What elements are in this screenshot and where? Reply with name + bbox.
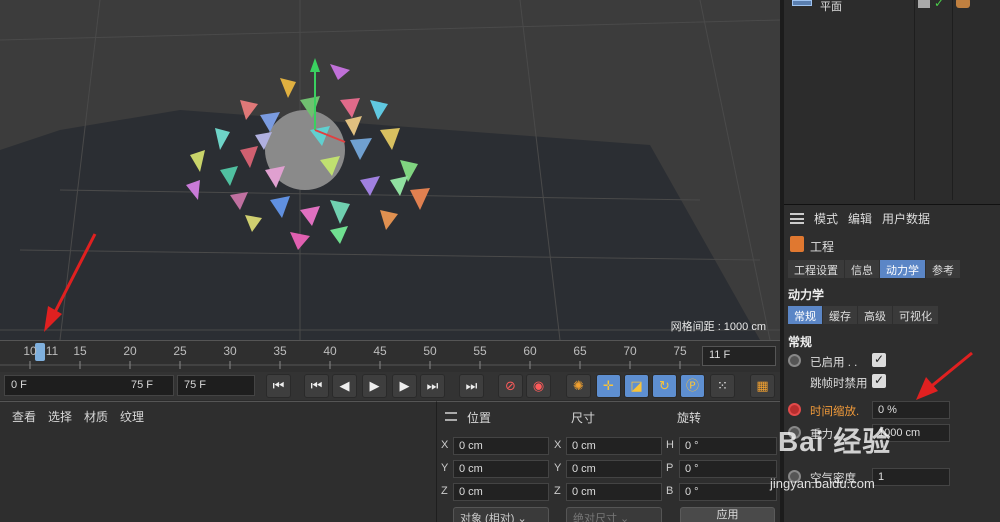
end-frame-small: 75 F	[130, 379, 153, 391]
material-manager: 查看 选择 材质 纹理	[0, 401, 436, 522]
pos-y-field[interactable]: 0 cm	[453, 460, 549, 478]
menu-select[interactable]: 选择	[48, 408, 72, 425]
rotation-header: 旋转	[677, 411, 702, 425]
viewport-scene	[0, 0, 780, 340]
start-frame: 0 F	[11, 379, 27, 391]
size-y-field[interactable]: 0 cm	[566, 460, 662, 478]
transport-bar: 0 F 75 F 75 F ⏮ ⏮ ◀ ▶ ▶ ⏭ ⏭ ⊘ ◉ ✺ ✛ ◪ ↻ …	[0, 372, 780, 400]
column-divider	[952, 0, 953, 200]
coord-menu-icon[interactable]	[445, 412, 457, 421]
menu-texture[interactable]: 纹理	[120, 408, 144, 425]
column-divider	[914, 0, 915, 200]
goto-end-icon[interactable]: ⏭	[459, 374, 484, 398]
material-menu: 查看 选择 材质 纹理	[0, 402, 436, 431]
size-z-field[interactable]: 0 cm	[566, 483, 662, 501]
watermark-brand: Bai 经验	[778, 426, 892, 457]
enabled-check-icon[interactable]: ✓	[934, 0, 944, 10]
menu-material[interactable]: 材质	[84, 408, 108, 425]
axis-y: Y	[554, 462, 562, 474]
menu-view[interactable]: 查看	[12, 408, 36, 425]
axis-b: B	[666, 485, 674, 497]
film-icon[interactable]: ▦	[750, 374, 775, 398]
grid-spacing-label: 网格间距 : 1000 cm	[670, 321, 766, 333]
axis-x: X	[441, 439, 449, 451]
pos-z-field[interactable]: 0 cm	[453, 483, 549, 501]
end-frame-field[interactable]: 75 F	[177, 375, 255, 396]
position-header: 位置	[467, 411, 492, 425]
baidu-watermark: Bai 经验 jingyan.baidu.com	[770, 420, 1000, 522]
play-icon[interactable]: ▶	[362, 374, 387, 398]
axis-y: Y	[441, 462, 449, 474]
ruler-ticks: 10 11 15 20 25 30 35 40 45 50 55 60 65 7…	[0, 341, 700, 373]
size-x-field[interactable]: 0 cm	[566, 437, 662, 455]
axis-x: X	[554, 439, 562, 451]
pos-x-field[interactable]: 0 cm	[453, 437, 549, 455]
tick-marks	[0, 361, 700, 369]
autokey-icon[interactable]: ◉	[526, 374, 551, 398]
current-frame-field[interactable]: 11 F	[702, 346, 776, 366]
size-header: 尺寸	[571, 411, 596, 425]
next-key-icon[interactable]: ⏭	[420, 374, 445, 398]
axis-h: H	[666, 439, 674, 451]
watermark-url: jingyan.baidu.com	[770, 476, 875, 491]
rotate-key-icon[interactable]: ↻	[652, 374, 677, 398]
3d-viewport[interactable]: 网格间距 : 1000 cm	[0, 0, 780, 340]
plane-object-icon	[792, 0, 812, 6]
rot-h-field[interactable]: 0 °	[679, 437, 777, 455]
prev-key-icon[interactable]: ⏮	[304, 374, 329, 398]
axis-z: Z	[554, 485, 561, 497]
axis-p: P	[666, 462, 674, 474]
axis-z: Z	[441, 485, 448, 497]
cinema4d-window: 网格间距 : 1000 cm 10 11 15 20 25 30 35 40 4…	[0, 0, 1000, 522]
preview-range-slider[interactable]: 0 F 75 F	[4, 375, 174, 396]
rot-b-field[interactable]: 0 °	[679, 483, 777, 501]
scale-key-icon[interactable]: ◪	[624, 374, 649, 398]
next-frame-icon[interactable]: ▶	[392, 374, 417, 398]
coord-mode-select[interactable]: 对象 (相对) ⌄	[453, 507, 549, 522]
visibility-icon[interactable]	[918, 0, 930, 8]
record-key-icon[interactable]: ⊘	[498, 374, 523, 398]
param-key-icon[interactable]: Ⓟ	[680, 374, 705, 398]
size-mode-value: 绝对尺寸	[573, 513, 617, 522]
move-key-icon[interactable]: ✛	[596, 374, 621, 398]
prev-frame-icon[interactable]: ◀	[332, 374, 357, 398]
goto-start-icon[interactable]: ⏮	[266, 374, 291, 398]
rot-p-field[interactable]: 0 °	[679, 460, 777, 478]
keyframe-selection-icon[interactable]: ✺	[566, 374, 591, 398]
coordinate-manager: 位置 尺寸 旋转 X Y Z 0 cm 0 cm 0 cm X Y Z 0 cm…	[436, 401, 780, 522]
apply-button[interactable]: 应用	[680, 507, 775, 522]
tag-icon[interactable]	[956, 0, 970, 8]
size-mode-select[interactable]: 绝对尺寸 ⌄	[566, 507, 662, 522]
object-manager: 平面 ✓	[784, 0, 1000, 200]
pla-key-icon[interactable]: ⁙	[710, 374, 735, 398]
floor-plane	[0, 110, 760, 340]
object-row-label[interactable]: 平面	[820, 0, 842, 14]
coord-mode-value: 对象 (相对)	[460, 513, 515, 522]
timeline-ruler[interactable]: 10 11 15 20 25 30 35 40 45 50 55 60 65 7…	[0, 340, 780, 372]
